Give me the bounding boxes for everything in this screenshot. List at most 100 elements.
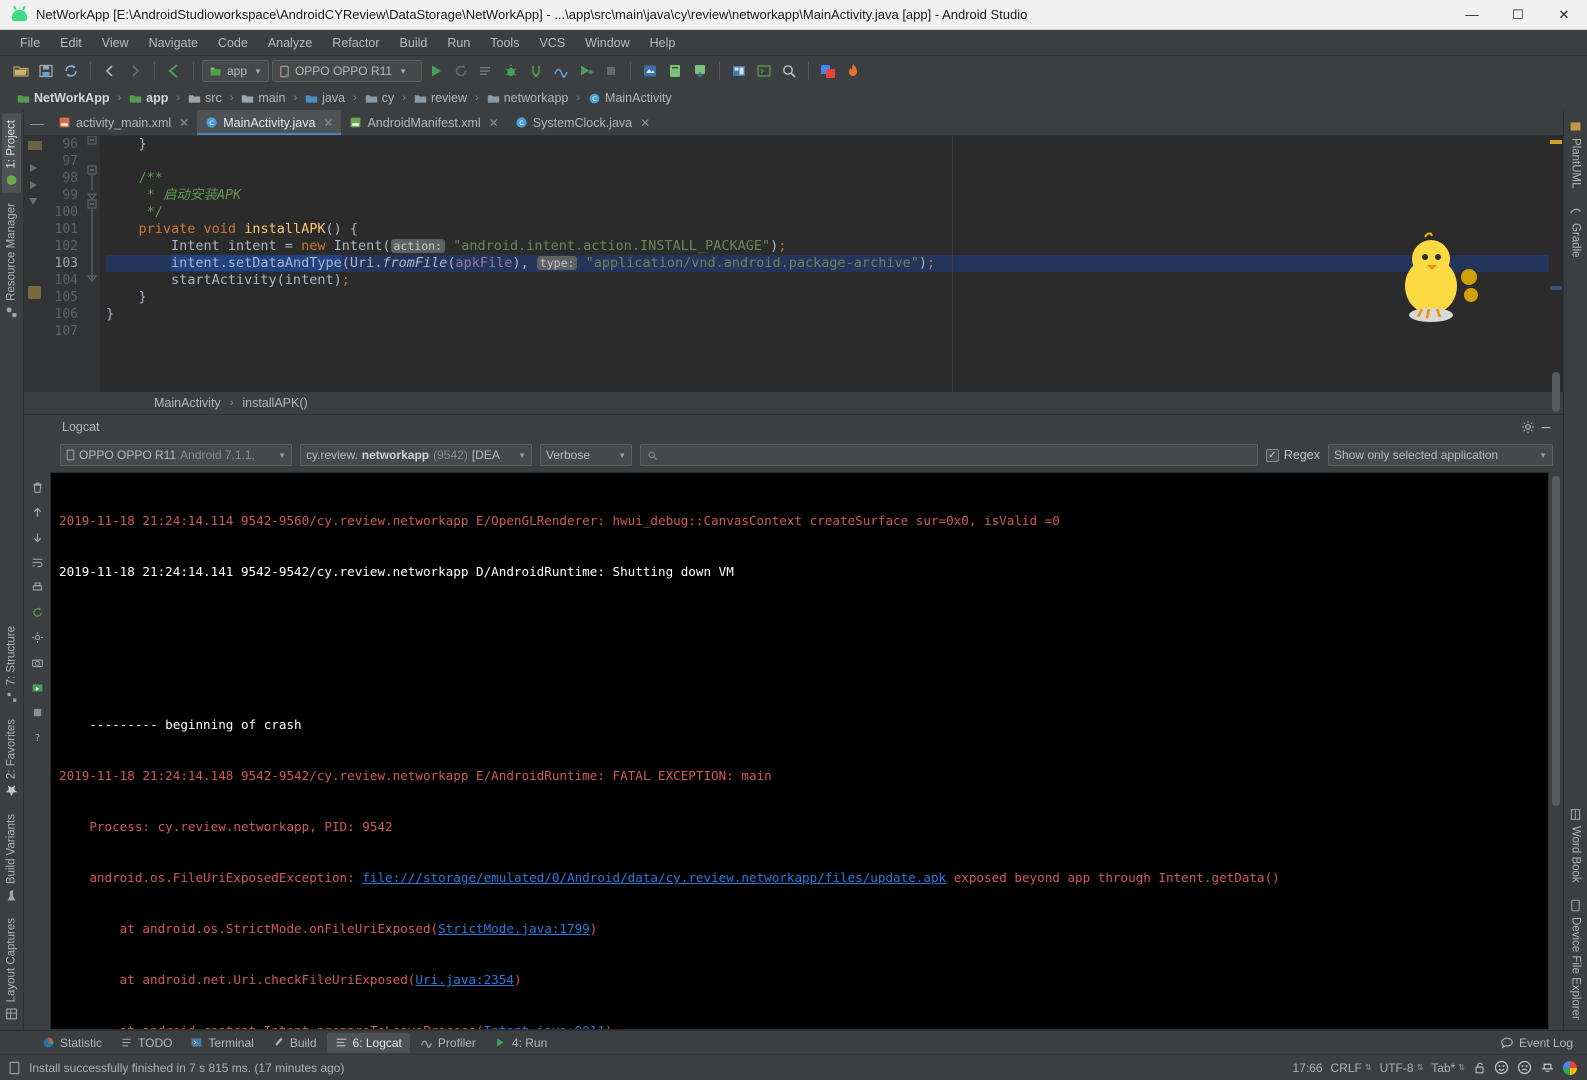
run-icon[interactable] xyxy=(425,60,447,82)
logcat-level-selector[interactable]: Verbose ▼ xyxy=(540,444,632,466)
editor-breadcrumb-method[interactable]: installAPK() xyxy=(242,396,307,410)
code-folding-column[interactable] xyxy=(84,136,100,392)
apply-changes-icon[interactable] xyxy=(475,60,497,82)
sync-gradle-icon[interactable] xyxy=(689,60,711,82)
close-icon[interactable]: ✕ xyxy=(489,116,499,130)
help-icon[interactable]: ? xyxy=(28,728,46,746)
debug-icon[interactable] xyxy=(500,60,522,82)
tab-androidmanifest-xml[interactable]: AndroidManifest.xml ✕ xyxy=(341,110,506,135)
tab-activity-main-xml[interactable]: activity_main.xml ✕ xyxy=(50,110,197,135)
translate-icon[interactable] xyxy=(817,60,839,82)
avd-manager-icon[interactable] xyxy=(639,60,661,82)
settings-icon[interactable] xyxy=(28,628,46,646)
logcat-output[interactable]: 2019-11-18 21:24:14.114 9542-9560/cy.rev… xyxy=(50,472,1549,1030)
editor-scrollbar[interactable] xyxy=(1549,136,1563,412)
sidebar-item-plantuml[interactable]: PlantUML xyxy=(1566,114,1585,195)
error-stripe-warning[interactable] xyxy=(1550,140,1562,144)
regex-checkbox[interactable]: ✓ xyxy=(1265,448,1279,462)
open-folder-icon[interactable] xyxy=(10,60,32,82)
menu-help[interactable]: Help xyxy=(640,33,686,53)
logcat-device-selector[interactable]: OPPO OPPO R11 Android 7.1.1, ▼ xyxy=(60,444,292,466)
fire-icon[interactable] xyxy=(842,60,864,82)
sidebar-item-gradle[interactable]: Gradle xyxy=(1566,199,1585,264)
tab-statistic[interactable]: Statistic xyxy=(34,1033,110,1053)
rerun-icon[interactable] xyxy=(450,60,472,82)
breadcrumb-item-mainactivity[interactable]: C MainActivity xyxy=(585,90,675,106)
menu-build[interactable]: Build xyxy=(390,33,438,53)
menu-analyze[interactable]: Analyze xyxy=(258,33,322,53)
run-gutter-icon[interactable] xyxy=(30,181,37,189)
scrollbar-thumb[interactable] xyxy=(1552,476,1560,806)
maximize-button[interactable]: ☐ xyxy=(1495,0,1541,30)
sidebar-item-device-file-explorer[interactable]: Device File Explorer xyxy=(1566,893,1585,1026)
menu-tools[interactable]: Tools xyxy=(480,33,529,53)
close-icon[interactable]: ✕ xyxy=(640,116,650,130)
menu-edit[interactable]: Edit xyxy=(50,33,92,53)
sidebar-item-structure[interactable]: 7: Structure xyxy=(2,620,21,709)
screenshot-icon[interactable] xyxy=(28,653,46,671)
menu-vcs[interactable]: VCS xyxy=(529,33,575,53)
save-all-icon[interactable] xyxy=(35,60,57,82)
sidebar-item-resource-manager[interactable]: Resource Manager xyxy=(2,197,21,325)
smiley-happy-icon[interactable] xyxy=(1494,1060,1509,1075)
sync-icon[interactable] xyxy=(60,60,82,82)
breadcrumb-item-networkapp[interactable]: NetWorkApp xyxy=(14,90,112,106)
log-file-link[interactable]: file:///storage/emulated/0/Android/data/… xyxy=(362,870,946,885)
minimize-button[interactable]: — xyxy=(1449,0,1495,30)
tab-run[interactable]: 4: Run xyxy=(486,1033,555,1053)
menu-window[interactable]: Window xyxy=(575,33,639,53)
menu-run[interactable]: Run xyxy=(437,33,480,53)
tab-build[interactable]: Build xyxy=(264,1033,325,1053)
print-icon[interactable] xyxy=(28,578,46,596)
close-button[interactable]: ✕ xyxy=(1541,0,1587,30)
breadcrumb-item-java[interactable]: java xyxy=(302,90,348,106)
logcat-search-input[interactable] xyxy=(640,444,1258,466)
code-editor[interactable]: 96 97 98 99 100 101 102 103 104 105 106 … xyxy=(24,136,1563,412)
log-file-link[interactable]: StrictMode.java:1799 xyxy=(438,921,590,936)
search-everywhere-icon[interactable] xyxy=(778,60,800,82)
tab-mainactivity-java[interactable]: C MainActivity.java ✕ xyxy=(197,110,342,135)
sidebar-item-favorites[interactable]: 2: Favorites xyxy=(2,713,21,803)
breadcrumb-item-networkapp-pkg[interactable]: networkapp xyxy=(484,90,572,106)
breadcrumb-item-cy[interactable]: cy xyxy=(362,90,398,106)
device-selector[interactable]: OPPO OPPO R11 ▼ xyxy=(271,60,422,82)
restart-icon[interactable] xyxy=(28,603,46,621)
menu-refactor[interactable]: Refactor xyxy=(322,33,389,53)
tab-terminal[interactable]: Terminal xyxy=(182,1033,261,1053)
scroll-to-end-icon[interactable] xyxy=(28,528,46,546)
scroll-to-top-icon[interactable] xyxy=(28,503,46,521)
google-icon[interactable] xyxy=(1563,1060,1577,1075)
forward-arrow-icon[interactable] xyxy=(124,60,146,82)
gear-icon[interactable] xyxy=(1519,418,1537,436)
menu-navigate[interactable]: Navigate xyxy=(139,33,208,53)
close-icon[interactable]: ✕ xyxy=(323,116,333,130)
hat-icon[interactable] xyxy=(1540,1060,1555,1075)
sidebar-item-word-book[interactable]: Word Book xyxy=(1566,802,1585,889)
log-file-link[interactable]: Uri.java:2354 xyxy=(415,972,514,987)
sdk-manager-icon[interactable] xyxy=(664,60,686,82)
encoding-selector[interactable]: UTF-8 ⇅ xyxy=(1380,1061,1424,1075)
back-arrow-icon[interactable] xyxy=(99,60,121,82)
logcat-filter-selector[interactable]: Show only selected application ▼ xyxy=(1328,444,1553,466)
breadcrumb-item-review[interactable]: review xyxy=(411,90,470,106)
indent-selector[interactable]: Tab* ⇅ xyxy=(1431,1061,1465,1075)
breadcrumb-item-main[interactable]: main xyxy=(238,90,288,106)
clear-logcat-icon[interactable] xyxy=(28,478,46,496)
logcat-process-selector[interactable]: cy.review. networkapp (9542) [DEA ▼ xyxy=(300,444,532,466)
logcat-search-field[interactable] xyxy=(663,448,1251,462)
event-log-button[interactable]: Event Log xyxy=(1500,1036,1587,1050)
undo-icon[interactable] xyxy=(163,60,185,82)
tab-todo[interactable]: TODO xyxy=(112,1033,180,1053)
breadcrumb-item-app[interactable]: app xyxy=(126,90,171,106)
menu-file[interactable]: File xyxy=(10,33,50,53)
close-icon[interactable]: ✕ xyxy=(179,116,189,130)
code-content[interactable]: } /** * 启动安装APK */ private void installA… xyxy=(100,136,1549,392)
smiley-sad-icon[interactable] xyxy=(1517,1060,1532,1075)
caret-position[interactable]: 17:66 xyxy=(1292,1061,1322,1075)
profiler-icon[interactable] xyxy=(550,60,572,82)
screen-record-icon[interactable] xyxy=(28,678,46,696)
layout-inspector-icon[interactable] xyxy=(728,60,750,82)
unlocked-icon[interactable] xyxy=(1473,1061,1486,1075)
scrollbar-thumb[interactable] xyxy=(1552,372,1560,412)
collapse-gutter-icon[interactable] xyxy=(29,198,37,205)
